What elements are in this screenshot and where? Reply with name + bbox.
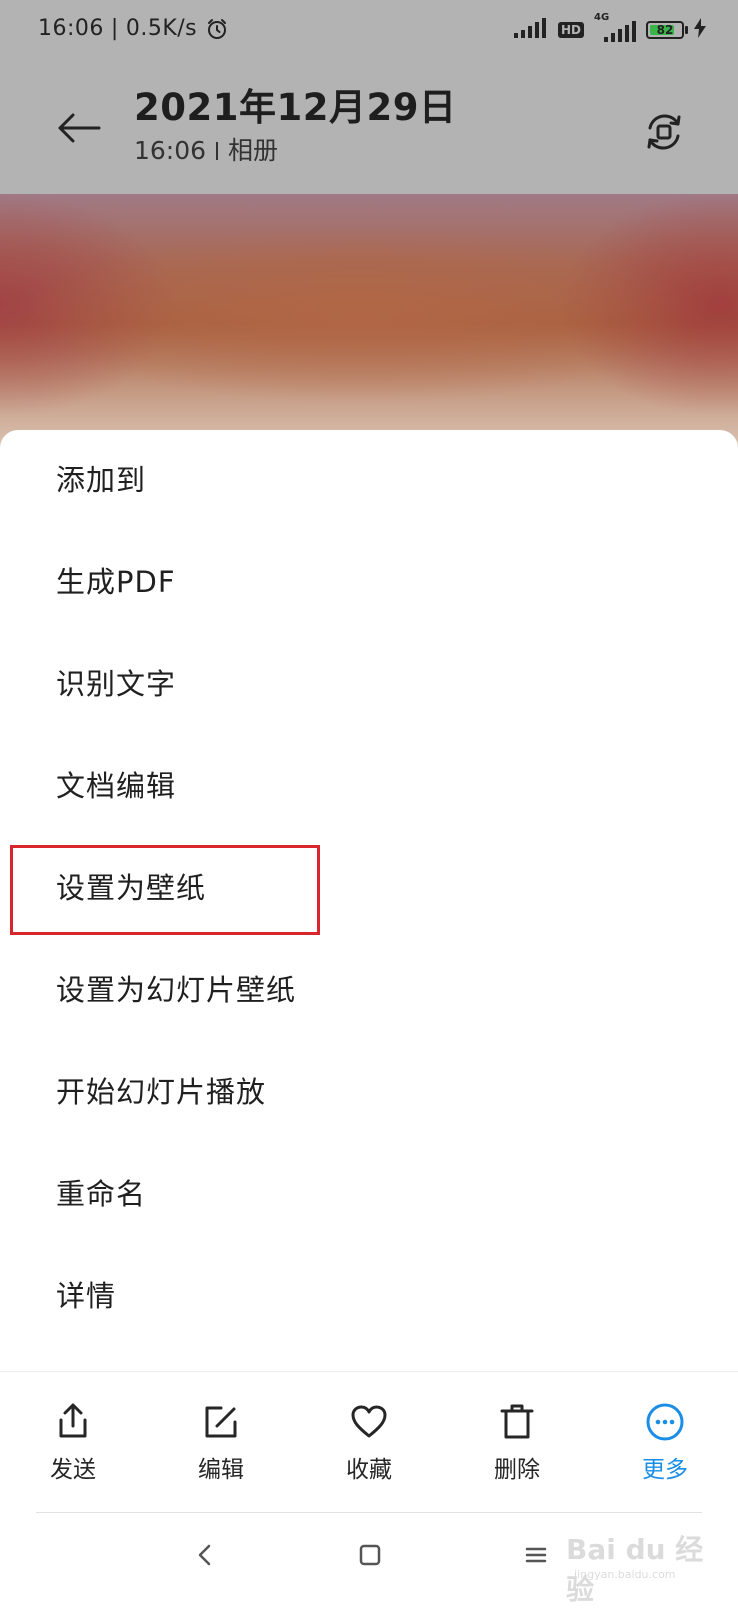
nav-home-icon [359,1544,381,1566]
edit-icon [201,1402,241,1442]
share-icon [53,1402,93,1442]
menu-item-recognize-text[interactable]: 识别文字 [0,631,738,733]
gallery-header: 16:06 | 0.5K/s HD 4G 82 2021年12月29日 16:0… [0,0,738,194]
menu-item-details[interactable]: 详情 [0,1243,738,1345]
title-block: 2021年12月29日 16:06 相册 [134,84,456,168]
trash-icon [497,1402,537,1442]
menu-item-label: 识别文字 [56,667,177,701]
status-bar: 16:06 | 0.5K/s HD 4G 82 [0,0,738,60]
favorite-button[interactable]: 收藏 [314,1402,424,1492]
nav-back-icon [198,1544,211,1566]
menu-item-label: 设置为幻灯片壁纸 [56,973,297,1007]
photo-preview[interactable] [0,194,738,454]
signal-icon [513,18,548,42]
subtitle: 16:06 相册 [134,134,456,168]
menu-item-label: 添加到 [56,463,147,497]
status-separator: | [110,16,119,41]
favorite-label: 收藏 [346,1457,392,1483]
nav-back-button[interactable] [185,1535,225,1575]
status-right: HD 4G 82 [513,12,706,42]
menu-item-generate-pdf[interactable]: 生成PDF [0,529,738,631]
alarm-icon [205,17,229,41]
menu-item-label: 开始幻灯片播放 [56,1075,267,1109]
rotate-button[interactable] [640,108,688,156]
menu-item-label: 重命名 [56,1177,147,1211]
menu-item-rename[interactable]: 重命名 [0,1141,738,1243]
menu-item-label: 生成PDF [56,565,176,599]
watermark-url: jingyan.baidu.com [574,1568,676,1581]
delete-label: 删除 [494,1457,540,1483]
menu-item-start-slideshow[interactable]: 开始幻灯片播放 [0,1039,738,1141]
rotate-icon [647,114,681,150]
page-title: 2021年12月29日 [134,86,457,129]
nav-menu-icon [525,1547,547,1563]
signal-4g-icon: 4G [594,12,636,42]
more-icon [645,1402,685,1442]
menu-item-label: 文档编辑 [56,769,177,803]
menu-item-set-as-slideshow-wallpaper[interactable]: 设置为幻灯片壁纸 [0,937,738,1039]
back-button[interactable] [54,108,104,148]
heart-icon [349,1402,389,1442]
battery-percent: 82 [656,23,674,37]
more-button[interactable]: 更多 [610,1402,720,1492]
photo-time: 16:06 [134,136,207,165]
network-speed: 0.5K/s [125,16,198,41]
delete-button[interactable]: 删除 [462,1402,572,1492]
battery-indicator: 82 [646,21,688,39]
bottom-toolbar: 发送 编辑 收藏 删除 更多 [0,1372,738,1512]
nav-home-button[interactable] [350,1535,390,1575]
status-time: 16:06 [38,16,104,41]
hd-badge: HD [557,22,584,38]
menu-item-add-to[interactable]: 添加到 [0,427,738,529]
nav-menu-button[interactable] [516,1535,556,1575]
charging-icon [694,18,706,42]
highlight-annotation-box [10,845,320,935]
subtitle-separator [216,142,219,160]
baidu-watermark: Bai du 经验 jingyan.baidu.com [560,1518,720,1606]
send-button[interactable]: 发送 [18,1402,128,1492]
more-label: 更多 [642,1457,688,1483]
edit-label: 编辑 [198,1457,244,1483]
album-name: 相册 [228,136,279,165]
edit-button[interactable]: 编辑 [166,1402,276,1492]
send-label: 发送 [50,1457,96,1483]
menu-item-label: 详情 [56,1279,117,1313]
menu-item-document-edit[interactable]: 文档编辑 [0,733,738,835]
back-arrow-icon [58,113,101,143]
status-left: 16:06 | 0.5K/s [38,16,229,41]
